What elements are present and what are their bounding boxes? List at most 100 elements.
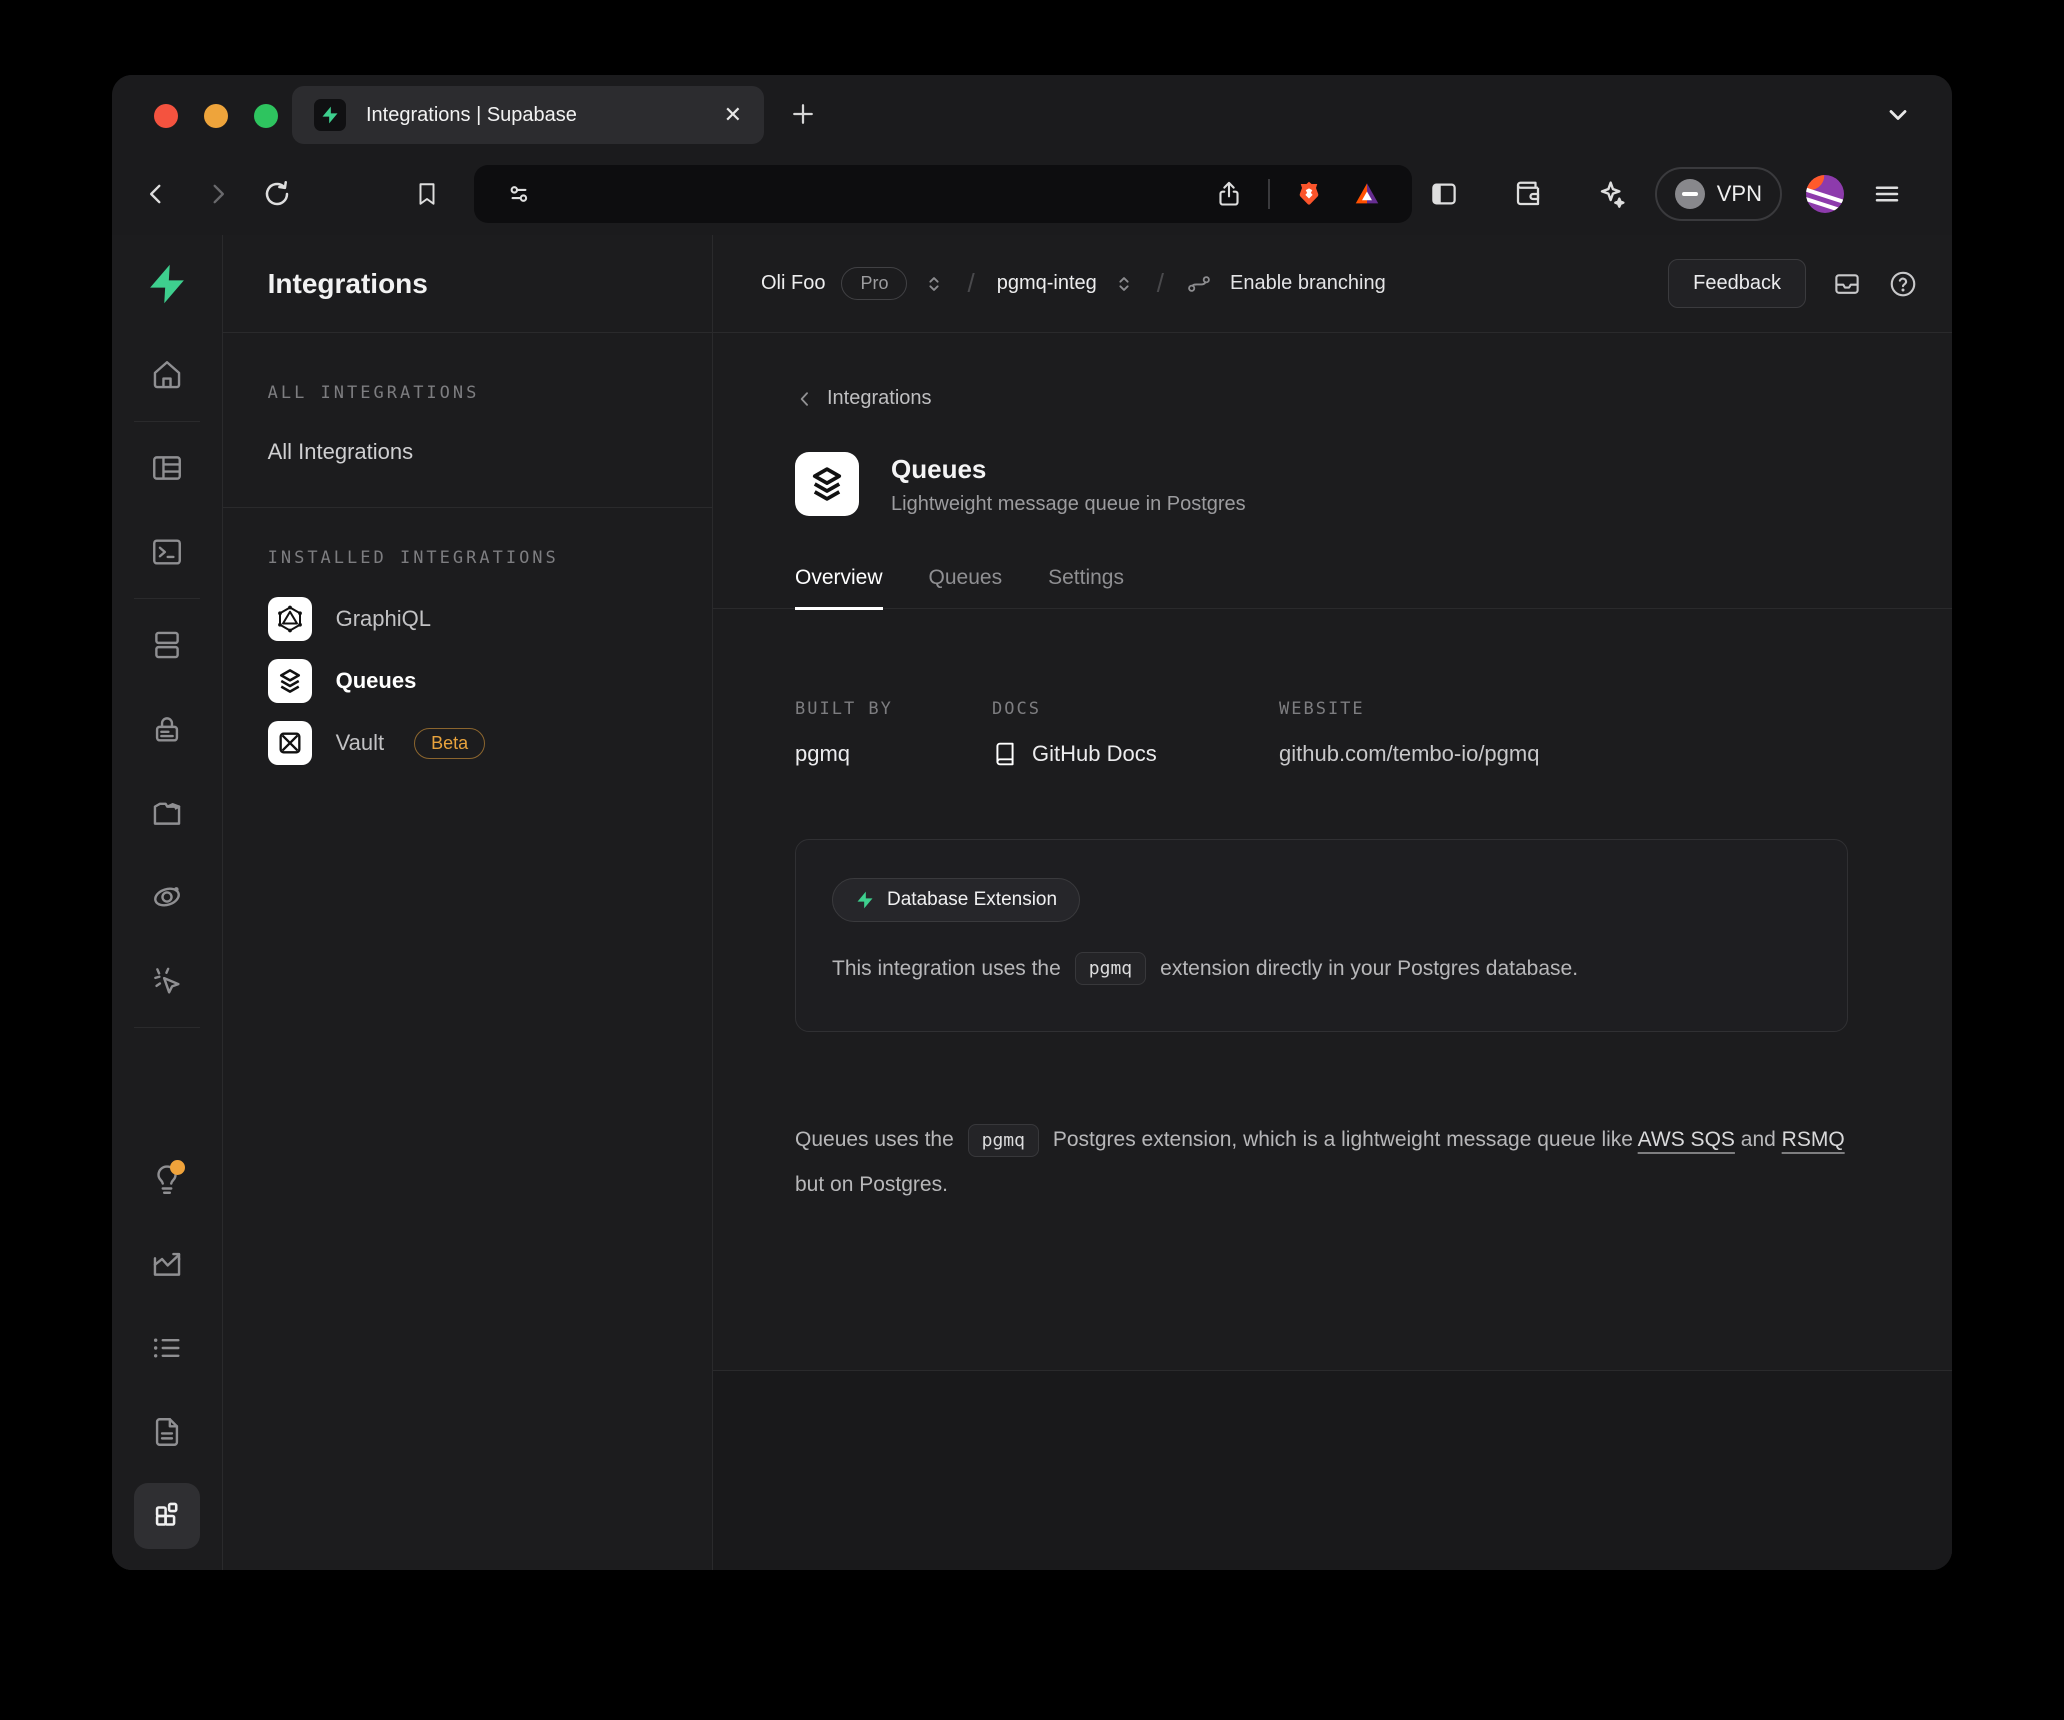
sidebar-title: Integrations xyxy=(223,235,712,333)
vpn-button[interactable]: VPN xyxy=(1655,167,1782,221)
nav-home-icon[interactable] xyxy=(125,333,209,417)
supabase-logo-icon[interactable] xyxy=(145,235,189,333)
beta-badge: Beta xyxy=(414,728,485,759)
tab-settings[interactable]: Settings xyxy=(1048,566,1124,608)
vpn-status-icon xyxy=(1675,179,1705,209)
desc-text: and xyxy=(1741,1128,1776,1151)
tab-overview[interactable]: Overview xyxy=(795,566,883,608)
forward-icon[interactable] xyxy=(198,175,236,213)
database-extension-badge: Database Extension xyxy=(832,878,1080,922)
desc-text: Postgres extension, which is a lightweig… xyxy=(1053,1128,1633,1151)
integration-title: Queues xyxy=(891,453,1246,485)
project-name[interactable]: pgmq-integ xyxy=(997,272,1097,295)
nav-logs-icon[interactable] xyxy=(125,1306,209,1390)
feedback-button[interactable]: Feedback xyxy=(1668,259,1806,308)
enable-branching-button[interactable]: Enable branching xyxy=(1230,272,1386,295)
integrations-sidebar: Integrations ALL INTEGRATIONS All Integr… xyxy=(223,235,713,1570)
vpn-label: VPN xyxy=(1717,181,1762,207)
supabase-favicon-icon xyxy=(314,99,346,131)
browser-tab[interactable]: Integrations | Supabase ✕ xyxy=(292,86,764,144)
close-window-button[interactable] xyxy=(154,104,178,128)
pgmq-code-chip: pgmq xyxy=(968,1124,1039,1157)
breadcrumb-separator: / xyxy=(961,268,980,299)
tab-search-chevron-icon[interactable] xyxy=(1884,101,1912,129)
tab-title: Integrations | Supabase xyxy=(366,104,704,127)
rsmq-link[interactable]: RSMQ xyxy=(1782,1128,1845,1151)
sidebar-item-label: Vault xyxy=(336,730,385,756)
notifications-inbox-icon[interactable] xyxy=(1832,269,1862,299)
website-link[interactable]: github.com/tembo-io/pgmq xyxy=(1279,741,1539,767)
queues-large-icon xyxy=(795,452,859,516)
nav-storage-icon[interactable] xyxy=(125,771,209,855)
sidebar-item-all-integrations[interactable]: All Integrations xyxy=(268,439,672,465)
sidebar-item-label: Queues xyxy=(336,668,417,694)
tab-strip: Integrations | Supabase ✕ xyxy=(112,75,1952,153)
reload-icon[interactable] xyxy=(258,175,296,213)
wallet-icon[interactable] xyxy=(1509,175,1547,213)
url-bar[interactable] xyxy=(474,165,1412,223)
org-name[interactable]: Oli Foo xyxy=(761,272,825,295)
supabase-app: Integrations ALL INTEGRATIONS All Integr… xyxy=(112,235,1952,1570)
profile-avatar[interactable] xyxy=(1806,175,1844,213)
nav-database-icon[interactable] xyxy=(125,603,209,687)
meta-label-built-by: BUILT BY xyxy=(795,699,992,719)
back-link-label: Integrations xyxy=(827,387,932,410)
chevron-left-icon xyxy=(795,389,815,409)
help-icon[interactable] xyxy=(1888,269,1918,299)
plan-badge: Pro xyxy=(841,267,907,300)
nav-integrations-icon[interactable] xyxy=(134,1483,200,1549)
sidebar-item-graphiql[interactable]: GraphiQL xyxy=(268,588,672,650)
new-tab-button[interactable] xyxy=(788,99,818,129)
database-extension-badge-label: Database Extension xyxy=(887,889,1057,911)
tab-queues[interactable]: Queues xyxy=(929,566,1003,608)
bookmark-icon[interactable] xyxy=(408,175,446,213)
back-to-integrations-link[interactable]: Integrations xyxy=(795,387,1870,410)
sidebar-divider xyxy=(223,507,712,508)
book-icon xyxy=(992,741,1018,767)
urlbar-separator xyxy=(1268,179,1270,209)
site-settings-icon[interactable] xyxy=(500,175,538,213)
meta-label-docs: DOCS xyxy=(992,699,1279,719)
callout-text-before: This integration uses the xyxy=(832,957,1061,981)
brave-rewards-icon[interactable] xyxy=(1348,175,1386,213)
meta-value-built-by: pgmq xyxy=(795,741,992,767)
nav-reports-icon[interactable] xyxy=(125,1222,209,1306)
advisors-notification-dot xyxy=(170,1160,185,1175)
github-docs-label: GitHub Docs xyxy=(1032,741,1157,767)
git-branch-icon xyxy=(1186,271,1212,297)
minimize-window-button[interactable] xyxy=(204,104,228,128)
nav-api-docs-icon[interactable] xyxy=(125,1390,209,1474)
sidebar-item-queues[interactable]: Queues xyxy=(268,650,672,712)
desc-text: but on Postgres. xyxy=(795,1173,948,1196)
nav-table-editor-icon[interactable] xyxy=(125,426,209,510)
zoom-window-button[interactable] xyxy=(254,104,278,128)
github-docs-link[interactable]: GitHub Docs xyxy=(992,741,1279,767)
sidebar-toggle-icon[interactable] xyxy=(1425,175,1463,213)
nav-rail xyxy=(112,235,223,1570)
integration-description: Queues uses the pgmq Postgres extension,… xyxy=(795,1118,1870,1207)
rail-divider xyxy=(134,421,200,422)
nav-advisors-icon[interactable] xyxy=(125,1138,209,1222)
traffic-lights xyxy=(154,104,278,128)
menu-hamburger-icon[interactable] xyxy=(1868,175,1906,213)
brave-shields-icon[interactable] xyxy=(1290,175,1328,213)
project-select-chevrons-icon[interactable] xyxy=(1113,273,1135,295)
detail-tabs: Overview Queues Settings xyxy=(713,566,1952,609)
queues-icon xyxy=(268,659,312,703)
zap-icon xyxy=(855,890,875,910)
project-header: Oli Foo Pro / pgmq-integ / Enable branch… xyxy=(713,235,1952,333)
tab-close-icon[interactable]: ✕ xyxy=(724,104,742,126)
nav-auth-icon[interactable] xyxy=(125,687,209,771)
nav-realtime-icon[interactable] xyxy=(125,939,209,1023)
nav-edge-functions-icon[interactable] xyxy=(125,855,209,939)
share-icon[interactable] xyxy=(1210,175,1248,213)
back-icon[interactable] xyxy=(138,175,176,213)
nav-sql-editor-icon[interactable] xyxy=(125,510,209,594)
leo-ai-sparkle-icon[interactable] xyxy=(1593,175,1631,213)
graphiql-icon xyxy=(268,597,312,641)
sidebar-item-vault[interactable]: Vault Beta xyxy=(268,712,672,774)
aws-sqs-link[interactable]: AWS SQS xyxy=(1638,1128,1735,1151)
desc-text: Queues uses the xyxy=(795,1128,954,1151)
org-select-chevrons-icon[interactable] xyxy=(923,273,945,295)
main-panel: Oli Foo Pro / pgmq-integ / Enable branch… xyxy=(713,235,1952,1570)
